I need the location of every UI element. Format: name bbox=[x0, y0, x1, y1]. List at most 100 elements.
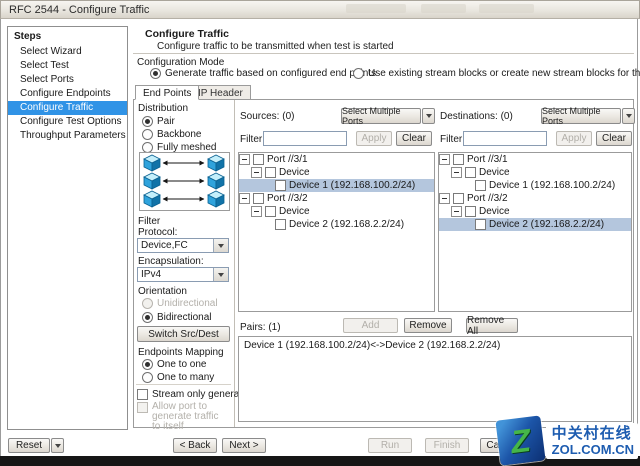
checkbox-icon[interactable] bbox=[465, 167, 476, 178]
reset-dropdown-button[interactable] bbox=[51, 438, 64, 453]
radio-unidirectional[interactable]: Unidirectional bbox=[142, 298, 218, 309]
reset-button[interactable]: Reset bbox=[8, 438, 50, 453]
radio-icon[interactable] bbox=[142, 129, 153, 140]
collapse-icon[interactable] bbox=[239, 193, 250, 204]
finish-button[interactable]: Finish bbox=[425, 438, 469, 453]
checkbox-icon[interactable] bbox=[253, 193, 264, 204]
add-pair-button[interactable]: Add bbox=[343, 318, 398, 333]
radio-backbone[interactable]: Backbone bbox=[142, 129, 201, 140]
collapse-icon[interactable] bbox=[451, 167, 462, 178]
pair-distribution-diagram bbox=[139, 152, 230, 211]
window-titlebar[interactable]: RFC 2544 - Configure Traffic bbox=[0, 0, 640, 19]
radio-one-to-many-label: One to many bbox=[157, 372, 214, 383]
checkbox-icon[interactable] bbox=[453, 154, 464, 165]
step-select-ports[interactable]: Select Ports bbox=[8, 73, 127, 87]
next-label: Next > bbox=[229, 440, 258, 451]
checkbox-icon[interactable] bbox=[253, 154, 264, 165]
radio-one-to-one[interactable]: One to one bbox=[142, 359, 206, 370]
sources-node-device1[interactable]: Device 1 (192.168.100.2/24) bbox=[239, 179, 434, 192]
pairs-list[interactable]: Device 1 (192.168.100.2/24)<->Device 2 (… bbox=[238, 336, 632, 422]
chevron-down-icon bbox=[55, 444, 61, 448]
destinations-tree[interactable]: Port //3/1 Device Device 1 (192.168.100.… bbox=[438, 152, 632, 312]
chevron-down-icon[interactable] bbox=[213, 268, 228, 281]
radio-icon[interactable] bbox=[150, 68, 161, 79]
zol-site-url: ZOL.COM.CN bbox=[552, 442, 634, 457]
radio-icon[interactable] bbox=[142, 359, 153, 370]
step-configure-traffic[interactable]: Configure Traffic bbox=[8, 101, 127, 115]
radio-icon[interactable] bbox=[353, 68, 364, 79]
checkbox-icon[interactable] bbox=[137, 389, 148, 400]
node-label: Port //3/1 bbox=[267, 154, 308, 165]
destinations-node-device1[interactable]: Device 1 (192.168.100.2/24) bbox=[439, 179, 631, 192]
sources-clear-button[interactable]: Clear bbox=[396, 131, 432, 146]
step-configure-test-options[interactable]: Configure Test Options bbox=[8, 115, 127, 129]
run-button[interactable]: Run bbox=[368, 438, 412, 453]
destinations-node-device2[interactable]: Device 2 (192.168.2.2/24) bbox=[439, 218, 631, 231]
chevron-down-icon[interactable] bbox=[422, 108, 435, 124]
radio-icon[interactable] bbox=[142, 372, 153, 383]
radio-one-to-one-label: One to one bbox=[157, 359, 206, 370]
back-button[interactable]: < Back bbox=[173, 438, 217, 453]
switch-src-dest-button[interactable]: Switch Src/Dest bbox=[137, 326, 230, 342]
sources-node-device2[interactable]: Device 2 (192.168.2.2/24) bbox=[239, 218, 434, 231]
radio-icon[interactable] bbox=[142, 298, 153, 309]
sources-select-multiple-ports-button[interactable]: Select Multiple Ports bbox=[341, 108, 435, 124]
destinations-select-multiple-ports-button[interactable]: Select Multiple Ports bbox=[541, 108, 635, 124]
checkbox-icon[interactable] bbox=[475, 180, 486, 191]
destinations-node-port2[interactable]: Port //3/2 bbox=[439, 192, 631, 205]
remove-pair-button[interactable]: Remove bbox=[404, 318, 452, 333]
chevron-down-icon[interactable] bbox=[213, 239, 228, 252]
destinations-node-device-group2[interactable]: Device bbox=[439, 205, 631, 218]
step-select-wizard[interactable]: Select Wizard bbox=[8, 45, 127, 59]
collapse-icon[interactable] bbox=[439, 193, 450, 204]
collapse-icon[interactable] bbox=[451, 206, 462, 217]
next-button[interactable]: Next > bbox=[222, 438, 266, 453]
step-select-test[interactable]: Select Test bbox=[8, 59, 127, 73]
sources-filter-input[interactable] bbox=[263, 131, 347, 146]
destinations-clear-button[interactable]: Clear bbox=[596, 131, 632, 146]
sources-node-port2[interactable]: Port //3/2 bbox=[239, 192, 434, 205]
collapse-icon[interactable] bbox=[251, 206, 262, 217]
protocol-dropdown[interactable]: Device,FC bbox=[137, 238, 229, 253]
sources-node-device-group2[interactable]: Device bbox=[239, 205, 434, 218]
checkbox-icon[interactable] bbox=[265, 167, 276, 178]
radio-icon[interactable] bbox=[142, 116, 153, 127]
checkbox-icon[interactable] bbox=[265, 206, 276, 217]
node-label: Device bbox=[479, 167, 510, 178]
destinations-filter-input[interactable] bbox=[463, 131, 547, 146]
radio-generate-traffic[interactable]: Generate traffic based on configured end… bbox=[150, 68, 376, 79]
step-configure-endpoints[interactable]: Configure Endpoints bbox=[8, 87, 127, 101]
encapsulation-label: Encapsulation: bbox=[138, 256, 204, 267]
sources-tree[interactable]: Port //3/1 Device Device 1 (192.168.100.… bbox=[238, 152, 435, 312]
checkbox-icon[interactable] bbox=[275, 219, 286, 230]
sources-node-device-group1[interactable]: Device bbox=[239, 166, 434, 179]
zol-watermark: Z 中关村在线 ZOL.COM.CN bbox=[498, 418, 638, 463]
radio-one-to-many[interactable]: One to many bbox=[142, 372, 214, 383]
sources-node-port1[interactable]: Port //3/1 bbox=[239, 153, 434, 166]
checkbox-icon[interactable] bbox=[453, 193, 464, 204]
radio-bidirectional[interactable]: Bidirectional bbox=[142, 312, 211, 323]
encapsulation-dropdown[interactable]: IPv4 bbox=[137, 267, 229, 282]
destinations-apply-button[interactable]: Apply bbox=[556, 131, 592, 146]
checkbox-icon[interactable] bbox=[275, 180, 286, 191]
pair-list-item[interactable]: Device 1 (192.168.100.2/24)<->Device 2 (… bbox=[239, 337, 631, 351]
remove-all-pairs-button[interactable]: Remove All bbox=[466, 318, 518, 333]
chevron-down-icon[interactable] bbox=[622, 108, 635, 124]
collapse-icon[interactable] bbox=[439, 154, 450, 165]
radio-use-existing-streams[interactable]: Use existing stream blocks or create new… bbox=[353, 68, 640, 79]
node-label: Device bbox=[479, 206, 510, 217]
tab-end-points[interactable]: End Points bbox=[135, 85, 199, 100]
checkbox-icon[interactable] bbox=[475, 219, 486, 230]
checkbox-icon[interactable] bbox=[465, 206, 476, 217]
run-label: Run bbox=[381, 440, 399, 451]
collapse-icon[interactable] bbox=[239, 154, 250, 165]
step-throughput-parameters[interactable]: Throughput Parameters bbox=[8, 129, 127, 143]
sources-apply-button[interactable]: Apply bbox=[356, 131, 392, 146]
node-label: Device 2 (192.168.2.2/24) bbox=[289, 219, 404, 230]
background-window-remnant bbox=[479, 4, 534, 13]
collapse-icon[interactable] bbox=[251, 167, 262, 178]
radio-icon[interactable] bbox=[142, 312, 153, 323]
destinations-node-device-group1[interactable]: Device bbox=[439, 166, 631, 179]
radio-pair[interactable]: Pair bbox=[142, 116, 175, 127]
destinations-node-port1[interactable]: Port //3/1 bbox=[439, 153, 631, 166]
